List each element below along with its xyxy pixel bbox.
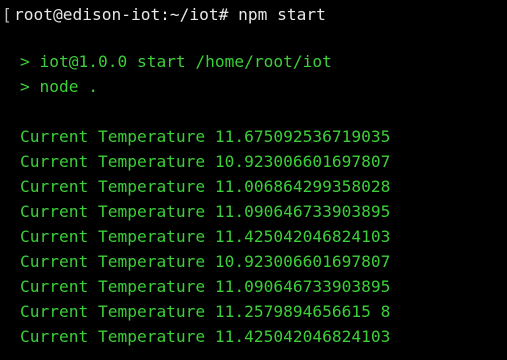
terminal-window[interactable]: [ root@edison-iot:~/iot# npm start > iot… [0,0,507,360]
temperature-reading-line: Current Temperature 11.006864299358028 [20,177,391,196]
temperature-reading-line: Current Temperature 11.2579894656615 8 [20,302,391,321]
temperature-reading-line: Current Temperature 11.425042046824103 [20,327,391,346]
temperature-reading-line: Current Temperature 11.425042046824103 [20,227,391,246]
prompt-open-bracket: [ [2,5,12,24]
command-prompt-line: root@edison-iot:~/iot# npm start [14,5,326,24]
temperature-reading-line: Current Temperature 10.923006601697807 [20,252,391,271]
temperature-reading-line: Current Temperature 11.675092536719035 [20,127,391,146]
npm-output-line: > node . [20,77,98,96]
npm-output-line: > iot@1.0.0 start /home/root/iot [20,52,332,71]
temperature-reading-line: Current Temperature 10.923006601697807 [20,152,391,171]
temperature-reading-line: Current Temperature 11.090646733903895 [20,277,391,296]
temperature-reading-line: Current Temperature 11.090646733903895 [20,202,391,221]
